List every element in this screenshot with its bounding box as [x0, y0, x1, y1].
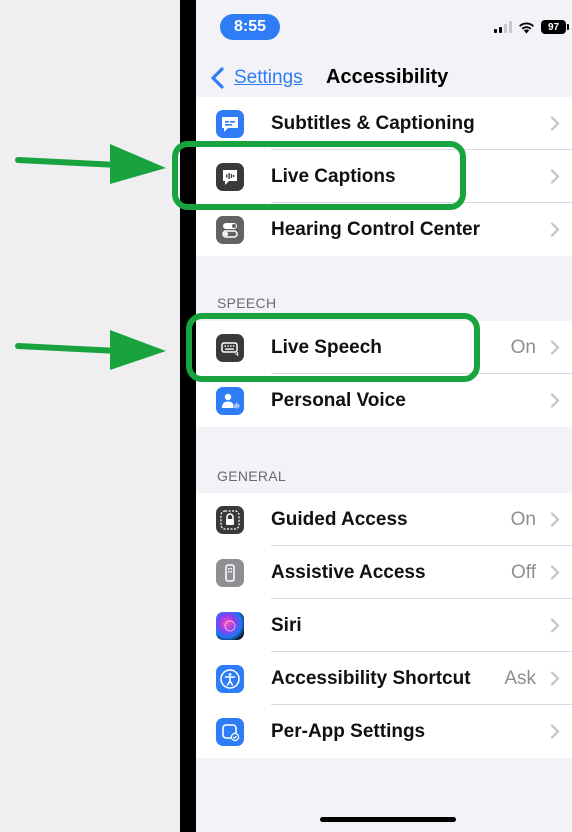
app-settings-icon	[216, 718, 244, 746]
status-indicators: 97	[494, 20, 569, 34]
phone-screen: 8:55 97 Settings Accessibility Subtitles	[196, 0, 572, 832]
row-label: Per-App Settings	[271, 721, 426, 742]
row-label: Assistive Access	[271, 562, 426, 583]
chevron-right-icon	[550, 565, 560, 580]
phone-bezel	[180, 0, 196, 832]
chevron-right-icon	[550, 393, 560, 408]
chevron-left-icon[interactable]	[208, 67, 228, 89]
status-bar: 8:55 97	[196, 0, 572, 48]
row-label: Accessibility Shortcut	[271, 668, 471, 689]
accessibility-icon	[216, 665, 244, 693]
arrow-right-icon	[15, 330, 166, 370]
toggles-icon	[216, 216, 244, 244]
battery-icon: 97	[541, 20, 569, 34]
row-value: On	[510, 337, 536, 358]
row-label: Personal Voice	[271, 390, 406, 411]
chevron-right-icon	[550, 169, 560, 184]
chevron-right-icon	[550, 724, 560, 739]
settings-row-per-app-settings[interactable]: Per-App Settings	[196, 705, 572, 758]
general-group: Guided Access On Assistive Access Off Si…	[196, 493, 572, 758]
back-button[interactable]: Settings	[234, 67, 303, 89]
signal-icon	[494, 21, 512, 33]
settings-row-assistive-access[interactable]: Assistive Access Off	[196, 546, 572, 599]
navigation-bar: Settings Accessibility	[196, 54, 572, 102]
lock-icon	[216, 506, 244, 534]
settings-row-accessibility-shortcut[interactable]: Accessibility Shortcut Ask	[196, 652, 572, 705]
row-label: Hearing Control Center	[271, 219, 481, 240]
remote-icon	[216, 559, 244, 587]
row-label: Guided Access	[271, 509, 408, 530]
chevron-right-icon	[550, 671, 560, 686]
status-time: 8:55	[220, 14, 280, 40]
highlight-live-captions	[172, 141, 466, 210]
row-value: Off	[511, 562, 536, 583]
chevron-right-icon	[550, 116, 560, 131]
arrow-right-icon	[15, 144, 166, 184]
wifi-icon	[519, 21, 534, 33]
section-header-general: GENERAL	[217, 468, 287, 484]
settings-row-siri[interactable]: Siri	[196, 599, 572, 652]
home-indicator[interactable]	[320, 817, 456, 822]
chevron-right-icon	[550, 340, 560, 355]
personal-voice-icon	[216, 387, 244, 415]
settings-row-hearing-control-center[interactable]: Hearing Control Center	[196, 203, 572, 256]
row-label: Subtitles & Captioning	[271, 113, 475, 134]
siri-icon	[216, 612, 244, 640]
row-value: On	[510, 509, 536, 530]
chevron-right-icon	[550, 618, 560, 633]
highlight-live-speech	[186, 313, 480, 382]
row-value: Ask	[504, 668, 536, 689]
chevron-right-icon	[550, 512, 560, 527]
row-label: Siri	[271, 615, 302, 636]
subtitles-icon	[216, 110, 244, 138]
settings-row-guided-access[interactable]: Guided Access On	[196, 493, 572, 546]
chevron-right-icon	[550, 222, 560, 237]
page-title: Accessibility	[326, 66, 449, 88]
section-header-speech: SPEECH	[217, 295, 277, 311]
